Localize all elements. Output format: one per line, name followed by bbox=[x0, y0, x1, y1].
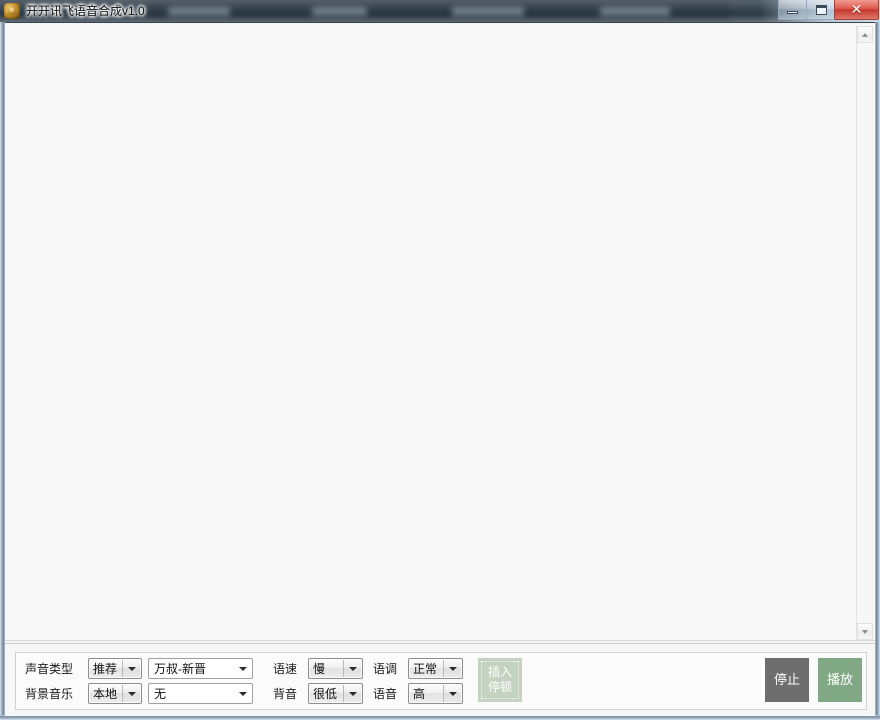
insert-pause-label-line1: 插入 bbox=[487, 665, 512, 679]
desktop-blur-ghost bbox=[452, 7, 524, 16]
speed-select[interactable]: 慢 bbox=[308, 658, 363, 679]
voice-category-value: 推荐 bbox=[93, 662, 118, 676]
tone-label: 语调 bbox=[373, 662, 398, 676]
voice-volume-label: 语音 bbox=[373, 687, 398, 701]
voice-name-select[interactable]: 万叔-新晋 bbox=[148, 658, 253, 679]
desktop-blur-ghost bbox=[168, 7, 230, 16]
app-logo-icon[interactable] bbox=[4, 3, 20, 19]
minimize-icon bbox=[787, 11, 798, 14]
chevron-down-icon[interactable] bbox=[122, 685, 140, 702]
scrollbar-track[interactable] bbox=[857, 43, 873, 623]
voice-name-value: 万叔-新晋 bbox=[154, 662, 206, 676]
maximize-button[interactable] bbox=[806, 0, 835, 20]
scrollbar-down-button[interactable] bbox=[857, 623, 873, 640]
bgm-track-value: 无 bbox=[154, 687, 167, 701]
bgm-source-select[interactable]: 本地 bbox=[88, 683, 142, 704]
stop-button[interactable]: 停止 bbox=[765, 658, 809, 702]
voice-category-select[interactable]: 推荐 bbox=[88, 658, 142, 679]
desktop-blur-ghost bbox=[312, 7, 367, 16]
voice-volume-value: 高 bbox=[413, 687, 426, 701]
bgm-track-select[interactable]: 无 bbox=[148, 683, 253, 704]
client-area bbox=[5, 22, 875, 716]
background-music-label: 背景音乐 bbox=[25, 687, 74, 701]
play-button[interactable]: 播放 bbox=[818, 658, 862, 702]
scroll-up-icon bbox=[862, 33, 868, 37]
insert-pause-button[interactable]: 插入 停顿 bbox=[478, 658, 522, 702]
window-title: 开开讯飞语音合成v1.0 bbox=[26, 4, 145, 18]
chevron-down-icon[interactable] bbox=[234, 685, 251, 702]
maximize-icon bbox=[816, 5, 827, 15]
background-volume-value: 很低 bbox=[313, 687, 338, 701]
chevron-down-icon[interactable] bbox=[443, 685, 461, 702]
window-frame-right bbox=[875, 22, 880, 720]
title-bar[interactable]: 开开讯飞语音合成v1.0 ✕ bbox=[0, 0, 880, 22]
insert-pause-label-line2: 停顿 bbox=[487, 680, 512, 694]
desktop-blur-ghost bbox=[600, 7, 670, 16]
tone-select[interactable]: 正常 bbox=[408, 658, 463, 679]
chevron-down-icon[interactable] bbox=[343, 660, 361, 677]
text-editor-area bbox=[5, 24, 875, 641]
application-window: 开开讯飞语音合成v1.0 ✕ 声音类型 推荐 万叔-新晋 语速 慢 语调 正常 … bbox=[0, 0, 880, 720]
speed-value: 慢 bbox=[313, 662, 326, 676]
window-controls: ✕ bbox=[778, 0, 879, 21]
text-input[interactable] bbox=[7, 26, 856, 637]
close-button[interactable]: ✕ bbox=[834, 0, 879, 20]
speed-label: 语速 bbox=[273, 662, 298, 676]
editor-scrollbar[interactable] bbox=[856, 26, 873, 640]
close-icon: ✕ bbox=[850, 1, 863, 17]
chevron-down-icon[interactable] bbox=[343, 685, 361, 702]
background-volume-label: 背音 bbox=[273, 687, 298, 701]
scroll-down-icon bbox=[862, 630, 868, 634]
minimize-button[interactable] bbox=[778, 0, 807, 20]
chevron-down-icon[interactable] bbox=[443, 660, 461, 677]
voice-volume-select[interactable]: 高 bbox=[408, 683, 463, 704]
scrollbar-up-button[interactable] bbox=[857, 26, 873, 43]
bgm-source-value: 本地 bbox=[93, 687, 118, 701]
chevron-down-icon[interactable] bbox=[122, 660, 140, 677]
chevron-down-icon[interactable] bbox=[234, 660, 251, 677]
tone-value: 正常 bbox=[413, 662, 438, 676]
background-volume-select[interactable]: 很低 bbox=[308, 683, 363, 704]
voice-type-label: 声音类型 bbox=[25, 662, 74, 676]
control-panel bbox=[5, 643, 875, 716]
